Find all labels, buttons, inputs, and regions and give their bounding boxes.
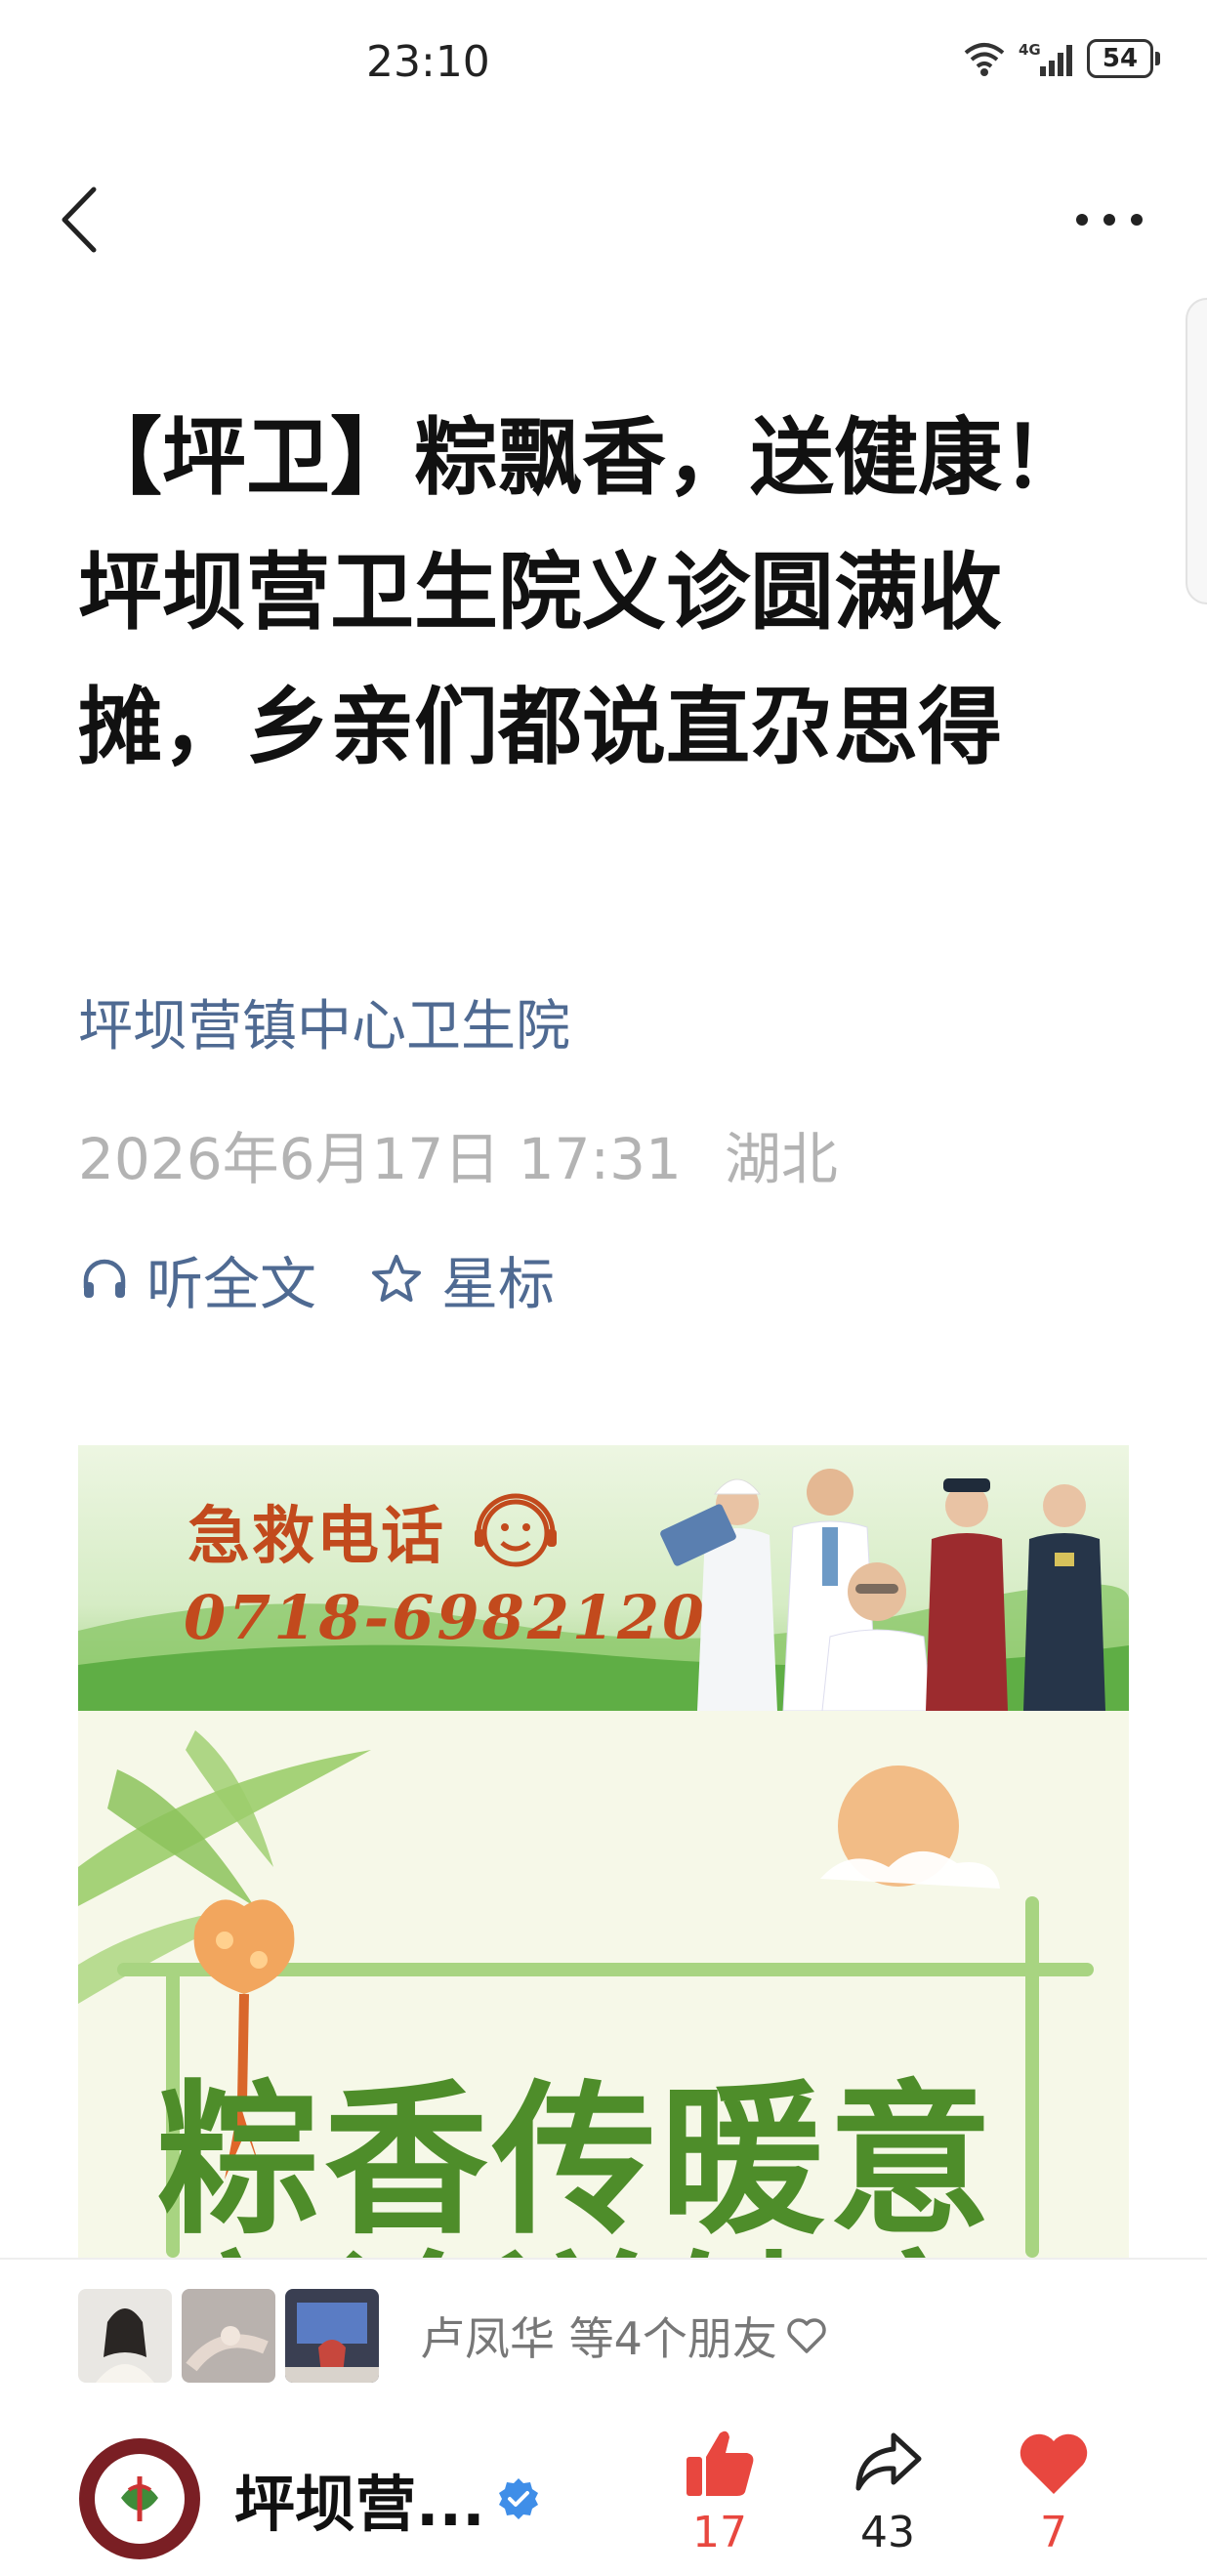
banner-phone: 0718-6982120	[184, 1582, 708, 1653]
poster-headline-line2: 义诊送健康	[156, 2199, 996, 2258]
svg-text:4G: 4G	[1019, 41, 1041, 59]
bottom-panel: 卢凤华 等4个朋友 坪坝营... 17 43 7	[0, 2258, 1207, 2576]
like-count: 17	[692, 2508, 747, 2557]
listen-label: 听全文	[146, 1251, 317, 1317]
account-short-name: 坪坝营...	[234, 2469, 485, 2540]
article-title: 【坪卫】粽飘香，送健康！坪坝营卫生院义诊圆满收摊，乡亲们都说直尕思得	[78, 409, 1086, 776]
heart-icon	[1020, 2433, 1088, 2494]
back-button[interactable]	[55, 176, 113, 264]
friends-row: 卢凤华 等4个朋友	[78, 2289, 828, 2383]
share-button[interactable]: 43	[829, 2424, 946, 2557]
status-time: 23:10	[366, 37, 490, 87]
star-icon	[372, 1255, 422, 1302]
share-icon	[855, 2432, 922, 2491]
festival-poster: 粽香传暖意 义诊送健康	[78, 1711, 1129, 2258]
friends-liked-text[interactable]: 卢凤华 等4个朋友	[420, 2304, 828, 2368]
banner-title: 急救电话	[187, 1500, 445, 1573]
publish-date: 2026年6月17日 17:31	[78, 1126, 682, 1192]
like-button[interactable]: 17	[661, 2424, 778, 2557]
battery-level: 54	[1087, 39, 1153, 78]
friend-avatar[interactable]	[78, 2289, 172, 2383]
star-label: 星标	[441, 1251, 556, 1317]
battery-indicator: 54	[1087, 39, 1160, 78]
thumbs-up-icon	[687, 2431, 754, 2496]
medical-staff-illustration	[660, 1469, 1105, 1711]
friends-liked-label: 卢凤华 等4个朋友	[420, 2312, 777, 2365]
article-meta: 2026年6月17日 17:31 湖北	[78, 1113, 838, 1195]
account-row[interactable]: 坪坝营...	[78, 2437, 542, 2560]
article-actions: 听全文 星标	[80, 1238, 555, 1320]
more-dots-icon	[1076, 214, 1143, 226]
verified-icon	[498, 2478, 538, 2519]
status-bar: 23:10 4G 54	[0, 0, 1207, 127]
back-arrow-icon	[62, 187, 97, 253]
wifi-icon	[964, 43, 1005, 76]
headset-smile-icon	[475, 1493, 557, 1567]
emergency-banner: 急救电话 0718-6982120	[78, 1445, 1129, 1711]
friend-avatar[interactable]	[285, 2289, 379, 2383]
headphones-icon	[83, 1259, 126, 1298]
nav-bar	[0, 166, 1207, 273]
listen-button[interactable]: 听全文	[80, 1238, 316, 1320]
heart-outline-icon	[787, 2318, 826, 2353]
share-count: 43	[860, 2508, 915, 2557]
side-pull-tab[interactable]	[1186, 298, 1207, 604]
account-name-link[interactable]: 坪坝营镇中心卫生院	[78, 982, 570, 1061]
heart-button[interactable]: 7	[995, 2424, 1112, 2557]
publish-region: 湖北	[724, 1126, 838, 1192]
more-button[interactable]	[1070, 195, 1148, 244]
signal-icon: 4G	[1019, 41, 1072, 76]
friend-avatar[interactable]	[182, 2289, 275, 2383]
star-button[interactable]: 星标	[369, 1238, 555, 1320]
heart-count: 7	[1040, 2508, 1067, 2557]
status-icons: 4G 54	[962, 39, 1160, 78]
account-logo	[78, 2437, 201, 2560]
